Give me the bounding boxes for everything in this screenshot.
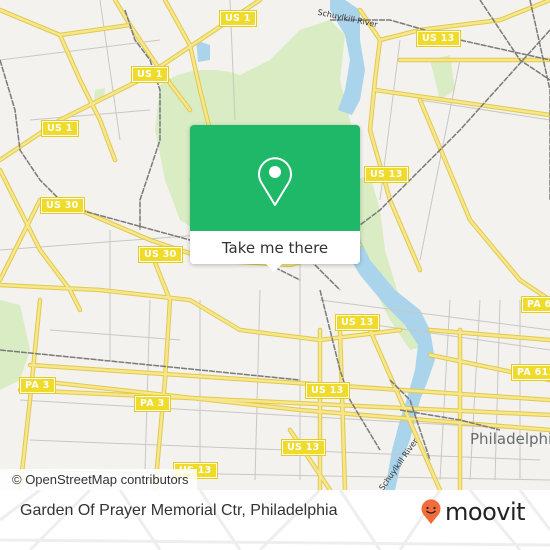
moovit-logo[interactable]: moovit bbox=[420, 498, 526, 526]
route-shield-pa3: PA 3 bbox=[20, 378, 55, 393]
route-shield-us1: US 1 bbox=[132, 67, 168, 82]
route-shield-us1: US 1 bbox=[220, 11, 256, 26]
map-attribution[interactable]: © OpenStreetMap contributors bbox=[0, 469, 197, 490]
route-shield-us13: US 13 bbox=[417, 31, 460, 46]
popup-header bbox=[190, 125, 360, 231]
place-label-philadelphia: Philadelphia bbox=[470, 430, 550, 448]
route-shield-us13: US 13 bbox=[282, 440, 325, 455]
route-shield-us13: US 13 bbox=[365, 167, 408, 182]
destination-popup[interactable]: Take me there bbox=[190, 125, 360, 272]
location-pin-icon bbox=[258, 157, 292, 206]
route-shield-us13: US 13 bbox=[336, 315, 379, 330]
route-shield-us1: US 1 bbox=[42, 121, 78, 136]
route-shield-us30: US 30 bbox=[41, 198, 84, 213]
map[interactable]: US 1 US 1 US 1 US 13 US 13 US 13 US 13 U… bbox=[0, 0, 550, 490]
route-shield-us13: US 13 bbox=[306, 383, 349, 398]
route-shield-us30: US 30 bbox=[139, 247, 182, 262]
route-shield-pa6: PA 6 bbox=[522, 297, 550, 312]
take-me-there-button[interactable]: Take me there bbox=[190, 231, 360, 264]
moovit-wordmark: moovit bbox=[445, 498, 526, 526]
route-shield-pa611: PA 611 bbox=[512, 365, 550, 380]
destination-name: Garden Of Prayer Memorial Ctr, Philadelp… bbox=[20, 502, 338, 519]
route-shield-pa3: PA 3 bbox=[135, 396, 170, 411]
moovit-pin-icon bbox=[421, 499, 441, 524]
footer-bar: Garden Of Prayer Memorial Ctr, Philadelp… bbox=[0, 490, 550, 550]
popup-pointer bbox=[266, 264, 282, 272]
